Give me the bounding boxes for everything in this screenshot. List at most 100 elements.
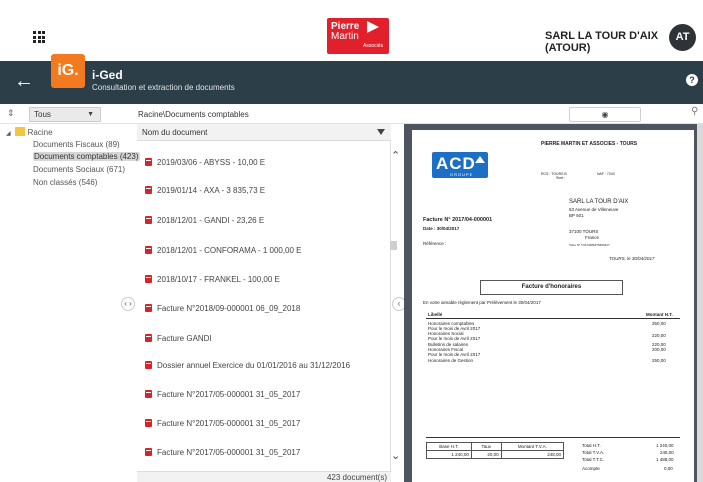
filter-funnel-icon[interactable] [377,129,385,135]
firm-naf: NAF : 7240 [597,172,615,176]
pdf-icon [145,361,152,369]
brand-flag-icon [367,21,379,33]
list-item[interactable]: Facture N°2017/05-000001 31_05_2017 [145,390,300,399]
column-libelle: Libellé [428,312,443,317]
list-item[interactable]: Facture N°2017/05-000001 31_05_2017 [145,419,300,428]
client-tva: Votre N° TVA FR86475659447 [569,243,610,247]
invoice-number: Facture N° 2017/04-000001 [423,217,493,223]
sort-icon[interactable]: ⇕ [7,108,15,119]
app-subtitle: Consultation et extraction de documents [92,83,235,92]
collapse-tree-button[interactable]: ‹ › [121,297,135,311]
pdf-icon [145,419,152,427]
folder-tree: ◢ Racine Documents Fiscaux (89) Documents… [0,124,140,482]
column-header-name: Nom du document [142,128,208,137]
document-name: 2018/10/17 - FRANKEL - 100,00 E [157,275,280,284]
chevron-down-icon: ▼ [87,111,94,118]
tva-header: Taux [470,442,502,451]
document-name: Facture N°2017/05-000001 31_05_2017 [157,419,301,428]
total-label: Acompte [582,466,600,471]
document-name: Facture GANDI [157,334,212,343]
pdf-icon [145,448,152,456]
pdf-icon [145,158,152,166]
acd-logo-text: ACD [436,154,476,173]
preview-scrollbar[interactable] [697,124,703,482]
pdf-icon [145,216,152,224]
caret-down-icon[interactable]: ◢ [6,131,11,137]
invoice-reference: Référence : [423,241,447,246]
list-item[interactable]: Facture GANDI [145,334,212,343]
total-value: 1 240,00 [656,443,674,448]
document-count: 423 document(s) [137,471,391,482]
ig-logo: iG. [51,54,85,88]
back-arrow-icon[interactable]: ← [14,71,34,91]
tva-cell: 20,00 [470,450,502,459]
client-address-1: 63 Avenue de Villeneuve [569,207,619,212]
list-item[interactable]: 2019/03/06 - ABYSS - 10,00 E [145,158,265,167]
total-value: 0,00 [664,466,673,471]
app-name: i-Ged [92,68,123,82]
line-amount: 220,00 [652,333,666,338]
list-item[interactable]: Dossier annuel Exercice du 01/01/2016 au… [145,361,350,370]
payment-note: En votre aimable règlement par Prélèveme… [423,300,541,305]
list-item[interactable]: 2018/10/17 - FRANKEL - 100,00 E [145,275,280,284]
invoice-date: Date : 30/04/2017 [423,226,460,231]
user-avatar[interactable]: AT [669,24,696,51]
brand-logo: Pierre Martin Associés [327,18,389,54]
scroll-down-icon[interactable]: ⌄ [391,449,400,462]
document-name: 2019/01/14 - AXA - 3 835,73 E [157,186,266,195]
brand-logo-line2: Martin [331,31,359,42]
acd-logo: ACD GROUPE [432,152,488,178]
pdf-icon [145,246,152,254]
firm-siret: Siret : [556,176,566,180]
total-label: Total T.V.A. [582,450,605,455]
document-type-select[interactable]: Tous ▼ [29,107,101,122]
total-label: Total T.T.C. [582,457,605,462]
acd-triangle-icon [475,156,485,163]
pdf-icon [145,304,152,312]
search-icon[interactable]: ⚲ [691,106,698,117]
line-amount: 200,00 [652,347,666,352]
tva-table: Base H.T. Taux Montant T.V.A. 1 240,00 2… [426,442,565,459]
total-label: Total H.T. [582,443,601,448]
preview-toggle-button[interactable]: ◉ [569,107,641,122]
tree-item-comptables[interactable]: Documents comptables (423) [33,152,140,161]
eye-icon: ◉ [601,110,609,119]
document-name: 2018/12/01 - GANDI - 23,26 E [157,216,265,225]
breadcrumb: Racine\Documents comptables [138,110,249,119]
apps-grid-icon[interactable] [33,31,45,43]
invoice-page: ACD GROUPE PIERRE MARTIN ET ASSOCIES - T… [412,130,694,482]
line-sub: Pour le mois de Avril 2017 [428,336,481,341]
brand-logo-line3: Associés [363,43,384,49]
tree-item-non-classes[interactable]: Non classés (546) [33,178,97,187]
list-item[interactable]: Facture N°2017/05-000001 31_05_2017 [145,448,300,457]
help-icon[interactable]: ? [686,74,698,86]
list-item[interactable]: 2019/01/14 - AXA - 3 835,73 E [145,186,265,195]
document-name: Facture N°2017/05-000001 31_05_2017 [157,390,301,399]
document-preview: ACD GROUPE PIERRE MARTIN ET ASSOCIES - T… [404,124,703,482]
scrollbar-thumb[interactable] [390,241,397,250]
document-name: Facture N°2017/05-000001 31_05_2017 [157,448,301,457]
line-amount: 250,00 [652,358,666,363]
document-name: Dossier annuel Exercice du 01/01/2016 au… [157,361,351,370]
scroll-up-icon[interactable]: ⌃ [391,149,400,162]
client-address-2: BP 501 [569,213,584,218]
list-header[interactable]: Nom du document [137,124,391,141]
list-item[interactable]: 2018/12/01 - GANDI - 23,26 E [145,216,264,225]
client-name: SARL LA TOUR D'AIX [569,199,629,205]
pdf-icon [145,390,152,398]
tree-root[interactable]: ◢ Racine [6,127,53,137]
list-item[interactable]: Facture N°2018/09-000001 06_09_2018 [145,304,300,313]
client-country: France [585,235,600,240]
column-montant: Montant H.T. [646,312,673,317]
list-item[interactable]: 2018/12/01 - CONFORAMA - 1 000,00 E [145,246,302,255]
document-name: 2018/12/01 - CONFORAMA - 1 000,00 E [157,246,302,255]
acd-logo-group: GROUPE [450,172,474,177]
tva-cell: 1 240,00 [426,450,472,459]
tree-item-sociaux[interactable]: Documents Sociaux (671) [33,165,125,174]
document-list-panel: Nom du document 2019/03/06 - ABYSS - 10,… [137,124,400,482]
tva-cell: 248,00 [500,450,565,459]
line-sub: Pour le mois de Avril 2017 [428,352,481,357]
invoice-title: Facture d'honoraires [480,280,623,295]
tree-item-fiscaux[interactable]: Documents Fiscaux (89) [33,140,120,149]
filter-row: ⇕ Tous ▼ Racine\Documents comptables ◉ ⚲ [0,104,703,124]
